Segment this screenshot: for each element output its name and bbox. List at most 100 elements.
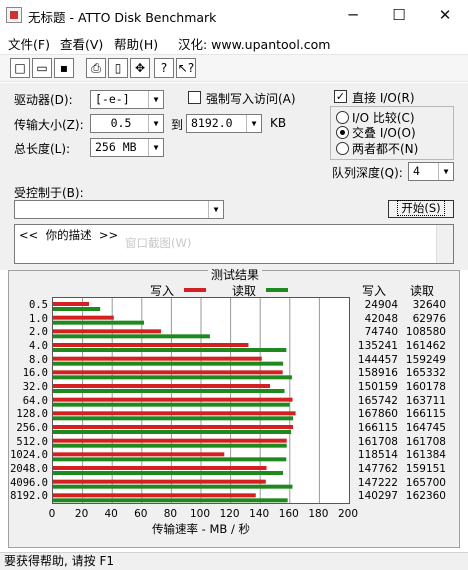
write-value: 118514 — [357, 449, 398, 462]
description-scrollbar[interactable] — [436, 225, 453, 263]
total-length-select[interactable]: 256 MB ▼ — [90, 138, 164, 157]
chart-svg — [53, 298, 320, 503]
menu-localization[interactable]: 汉化: www.upantool.com — [178, 34, 330, 53]
x-axis-label: 传输速率 - MB / 秒 — [152, 522, 250, 536]
write-bar — [53, 315, 114, 320]
x-tick-label: 80 — [163, 508, 178, 520]
neither-label: 两者都不(N) — [352, 142, 419, 156]
write-value: 140297 — [357, 490, 398, 503]
read-bar — [53, 457, 287, 462]
x-tick-label: 120 — [219, 508, 240, 520]
read-value: 160178 — [405, 381, 446, 393]
menu-help[interactable]: 帮助(H) — [114, 34, 158, 53]
move-icon[interactable]: ✥ — [130, 58, 150, 78]
y-tick-label: 32.0 — [22, 381, 48, 393]
help-icon[interactable]: ? — [154, 58, 174, 78]
close-button[interactable]: ✕ — [422, 0, 468, 30]
read-bar — [53, 320, 145, 325]
transfer-to-label: 到 — [171, 118, 184, 132]
toolbar: □ ▭ ▪ ⎙ ▯ ✥ ? ↖? — [0, 54, 468, 82]
x-tick-label: 140 — [249, 508, 270, 520]
x-tick-label: 0 — [48, 508, 56, 520]
queue-depth-select[interactable]: 4 ▼ — [408, 162, 454, 181]
write-bar — [53, 452, 225, 457]
neither-radio[interactable] — [336, 142, 349, 155]
write-bar — [53, 438, 287, 443]
read-bar — [53, 484, 293, 489]
chevron-down-icon: ▼ — [148, 139, 163, 156]
new-icon[interactable]: □ — [10, 58, 30, 78]
transfer-to-value: 8192.0 — [191, 116, 233, 130]
transfer-to-select[interactable]: 8192.0 ▼ — [186, 114, 262, 133]
read-value: 163711 — [405, 394, 446, 407]
y-tick-label: 512.0 — [16, 435, 48, 448]
description-textarea[interactable]: << 你的描述 >> 窗口截图(W) — [14, 224, 454, 264]
read-value: 32640 — [412, 299, 446, 311]
read-value: 164745 — [405, 422, 446, 434]
y-tick-label: 16.0 — [22, 367, 48, 380]
x-tick-label: 160 — [278, 508, 299, 520]
read-bar — [53, 471, 284, 475]
force-write-checkbox[interactable] — [188, 91, 201, 104]
write-value: 24904 — [364, 299, 398, 311]
write-value: 147762 — [357, 463, 398, 475]
y-tick-label: 4096.0 — [10, 476, 48, 489]
direct-io-checkbox[interactable]: ✓ — [334, 90, 347, 103]
column-header-write: 写入 — [362, 284, 387, 298]
menu-bar: 文件(F) 查看(V) 帮助(H) 汉化: www.upantool.com — [0, 31, 468, 53]
write-bar — [53, 493, 256, 498]
x-tick-label: 60 — [134, 508, 148, 520]
controlled-by-select[interactable]: ▼ — [14, 200, 224, 219]
read-value: 165332 — [405, 367, 446, 380]
read-bar — [53, 498, 288, 503]
start-button[interactable]: 开始(S) — [388, 200, 454, 218]
write-bar — [53, 411, 296, 416]
y-tick-label: 256.0 — [16, 422, 48, 434]
write-value: 150159 — [357, 381, 398, 393]
transfer-size-label: 传输大小(Z): — [14, 118, 84, 132]
ghost-tooltip-text: 窗口截图(W) — [125, 236, 192, 250]
write-value: 144457 — [357, 353, 398, 366]
y-tick-label: 4.0 — [29, 340, 48, 352]
chevron-down-icon: ▼ — [438, 163, 453, 180]
io-compare-radio[interactable] — [336, 111, 349, 124]
write-value: 147222 — [357, 476, 398, 489]
chevron-down-icon: ▼ — [246, 115, 261, 132]
transfer-from-value: 0.5 — [110, 116, 132, 130]
write-value: 74740 — [364, 326, 398, 339]
transfer-from-select[interactable]: 0.5 ▼ — [90, 114, 164, 133]
open-icon[interactable]: ▭ — [32, 58, 52, 78]
drive-select[interactable]: [-e-] ▼ — [90, 90, 164, 109]
write-value: 167860 — [357, 408, 398, 421]
y-tick-label: 8.0 — [29, 353, 48, 366]
start-button-label: 开始(S) — [397, 200, 445, 216]
write-value: 42048 — [364, 312, 398, 325]
menu-view[interactable]: 查看(V) — [60, 34, 103, 53]
menu-file[interactable]: 文件(F) — [8, 34, 50, 53]
write-value: 135241 — [357, 340, 398, 352]
read-value: 161462 — [405, 340, 446, 352]
read-value: 165700 — [405, 476, 446, 489]
maximize-button[interactable]: ☐ — [376, 0, 422, 30]
read-bar — [53, 348, 287, 352]
write-bar — [53, 397, 293, 402]
read-bar — [53, 375, 292, 380]
legend-read-swatch — [266, 288, 288, 292]
chevron-down-icon: ▼ — [148, 115, 163, 132]
print-preview-icon[interactable]: ▯ — [108, 58, 128, 78]
write-bar — [53, 370, 283, 375]
context-help-icon[interactable]: ↖? — [176, 58, 196, 78]
y-tick-label: 2.0 — [29, 326, 48, 339]
save-icon[interactable]: ▪ — [54, 58, 74, 78]
app-icon — [6, 7, 22, 23]
total-length-label: 总长度(L): — [14, 142, 71, 156]
read-bar — [53, 443, 287, 448]
overlapped-io-radio[interactable] — [336, 126, 349, 139]
read-value: 162360 — [405, 490, 446, 503]
y-tick-label: 2048.0 — [10, 463, 48, 475]
transfer-unit: KB — [270, 116, 287, 130]
minimize-button[interactable]: ─ — [330, 0, 376, 30]
y-tick-label: 1024.0 — [10, 449, 48, 462]
print-icon[interactable]: ⎙ — [86, 58, 106, 78]
write-bar — [53, 343, 249, 347]
